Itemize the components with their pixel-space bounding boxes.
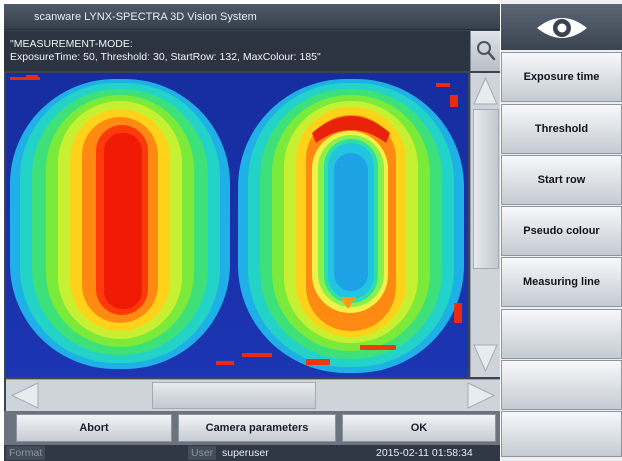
pseudo-colour-image[interactable] (6, 73, 468, 377)
empty-side-button-2[interactable] (501, 360, 622, 410)
vertical-scrollbar[interactable] (470, 73, 500, 377)
horizontal-scrollbar[interactable] (6, 379, 500, 411)
threshold-button[interactable]: Threshold (501, 104, 622, 154)
start-row-button[interactable]: Start row (501, 155, 622, 205)
vision-window: scanware LYNX-SPECTRA 3D Vision System "… (4, 4, 500, 461)
pseudo-colour-button[interactable]: Pseudo colour (501, 206, 622, 256)
format-value (52, 446, 56, 460)
abort-button[interactable]: Abort (16, 414, 172, 442)
status-bar: Format User superuser 2015-02-11 01:58:3… (4, 445, 500, 461)
zoom-search-button[interactable] (470, 31, 500, 71)
triangle-up-icon[interactable] (471, 74, 500, 108)
side-panel: Exposure time Threshold Start row Pseudo… (501, 0, 622, 461)
triangle-right-icon[interactable] (464, 380, 498, 411)
empty-side-button-3[interactable] (501, 411, 622, 457)
magnifier-icon (477, 41, 496, 61)
horizontal-scroll-thumb[interactable] (152, 382, 316, 409)
eye-header (501, 4, 622, 50)
action-bar: Abort Camera parameters OK (4, 411, 500, 445)
exposure-time-button[interactable]: Exposure time (501, 52, 622, 102)
camera-parameters-button[interactable]: Camera parameters (178, 414, 336, 442)
user-label: User (188, 446, 217, 460)
measuring-line-button[interactable]: Measuring line (501, 257, 622, 307)
triangle-left-icon[interactable] (8, 380, 42, 411)
window-title: scanware LYNX-SPECTRA 3D Vision System (4, 4, 500, 30)
height-map-image (6, 73, 468, 377)
right-part (238, 79, 464, 373)
measurement-status: "MEASUREMENT-MODE: ExposureTime: 50, Thr… (4, 31, 470, 71)
triangle-down-icon[interactable] (471, 341, 500, 375)
ok-button[interactable]: OK (342, 414, 496, 442)
format-label: Format (6, 446, 46, 460)
user-value: superuser (222, 447, 269, 459)
vertical-scroll-thumb[interactable] (473, 109, 499, 269)
empty-side-button-1[interactable] (501, 309, 622, 359)
eye-icon (537, 18, 587, 38)
datetime: 2015-02-11 01:58:34 (376, 447, 473, 459)
left-part (10, 79, 230, 369)
